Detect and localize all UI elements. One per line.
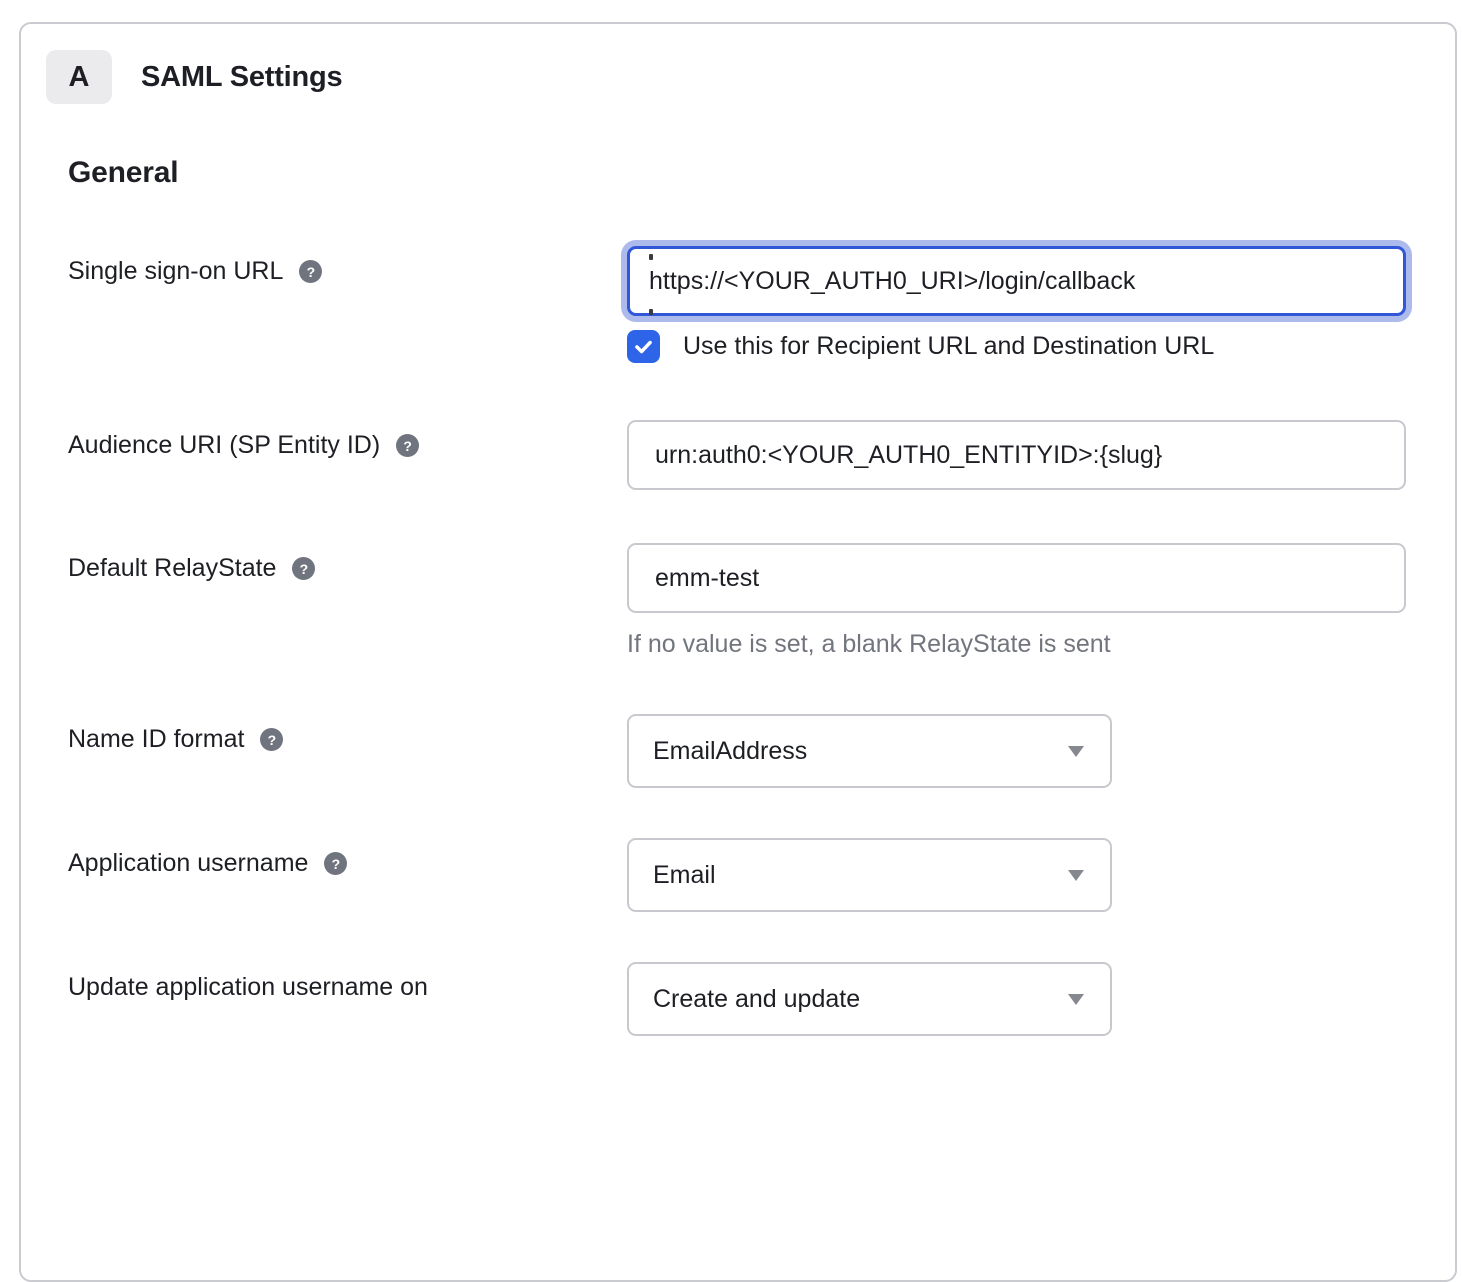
caret-down-icon xyxy=(1068,746,1084,757)
form-row-update-application-username-on: Update application username on Create an… xyxy=(68,962,1433,1036)
form-row-application-username: Application username ? Email xyxy=(68,838,1433,912)
saml-settings-card: A SAML Settings General Single sign-on U… xyxy=(19,22,1457,1282)
caret-down-icon xyxy=(1068,870,1084,881)
single-sign-on-url-label: Single sign-on URL xyxy=(68,257,283,286)
relaystate-helper-text: If no value is set, a blank RelayState i… xyxy=(627,630,1433,659)
help-icon[interactable]: ? xyxy=(299,260,322,283)
audience-uri-label: Audience URI (SP Entity ID) xyxy=(68,431,380,460)
help-icon[interactable]: ? xyxy=(396,434,419,457)
default-relaystate-input[interactable] xyxy=(627,543,1406,613)
section-title-general: General xyxy=(68,156,178,190)
card-header: A SAML Settings xyxy=(46,50,343,104)
form-row-name-id-format: Name ID format ? EmailAddress xyxy=(68,714,1433,788)
name-id-format-value: EmailAddress xyxy=(653,737,807,766)
checkmark-icon xyxy=(633,336,654,357)
field-label-wrap: Default RelayState ? xyxy=(68,543,627,583)
page-title: SAML Settings xyxy=(141,61,343,94)
update-application-username-select[interactable]: Create and update xyxy=(627,962,1112,1036)
help-icon[interactable]: ? xyxy=(260,728,283,751)
update-application-username-value: Create and update xyxy=(653,985,860,1014)
application-username-label: Application username xyxy=(68,849,308,878)
application-username-value: Email xyxy=(653,861,716,890)
single-sign-on-url-input[interactable] xyxy=(627,246,1406,316)
form-row-default-relaystate: Default RelayState ? If no value is set,… xyxy=(68,543,1433,659)
field-label-wrap: Application username ? xyxy=(68,838,627,878)
name-id-format-select[interactable]: EmailAddress xyxy=(627,714,1112,788)
form-row-audience-uri: Audience URI (SP Entity ID) ? xyxy=(68,420,1433,490)
field-label-wrap: Name ID format ? xyxy=(68,714,627,754)
help-icon[interactable]: ? xyxy=(324,852,347,875)
field-label-wrap: Single sign-on URL ? xyxy=(68,246,627,286)
name-id-format-label: Name ID format xyxy=(68,725,244,754)
help-icon[interactable]: ? xyxy=(292,557,315,580)
update-application-username-on-label: Update application username on xyxy=(68,973,428,1002)
audience-uri-input[interactable] xyxy=(627,420,1406,490)
form-row-recipient-checkbox: Use this for Recipient URL and Destinati… xyxy=(68,330,1433,363)
default-relaystate-label: Default RelayState xyxy=(68,554,276,583)
caret-down-icon xyxy=(1068,994,1084,1005)
recipient-checkbox-label[interactable]: Use this for Recipient URL and Destinati… xyxy=(683,332,1214,361)
form-row-single-sign-on-url: Single sign-on URL ? xyxy=(68,246,1433,316)
application-username-select[interactable]: Email xyxy=(627,838,1112,912)
step-badge: A xyxy=(46,50,112,104)
field-label-wrap: Update application username on xyxy=(68,962,627,1002)
use-for-recipient-checkbox[interactable] xyxy=(627,330,660,363)
field-label-wrap: Audience URI (SP Entity ID) ? xyxy=(68,420,627,460)
